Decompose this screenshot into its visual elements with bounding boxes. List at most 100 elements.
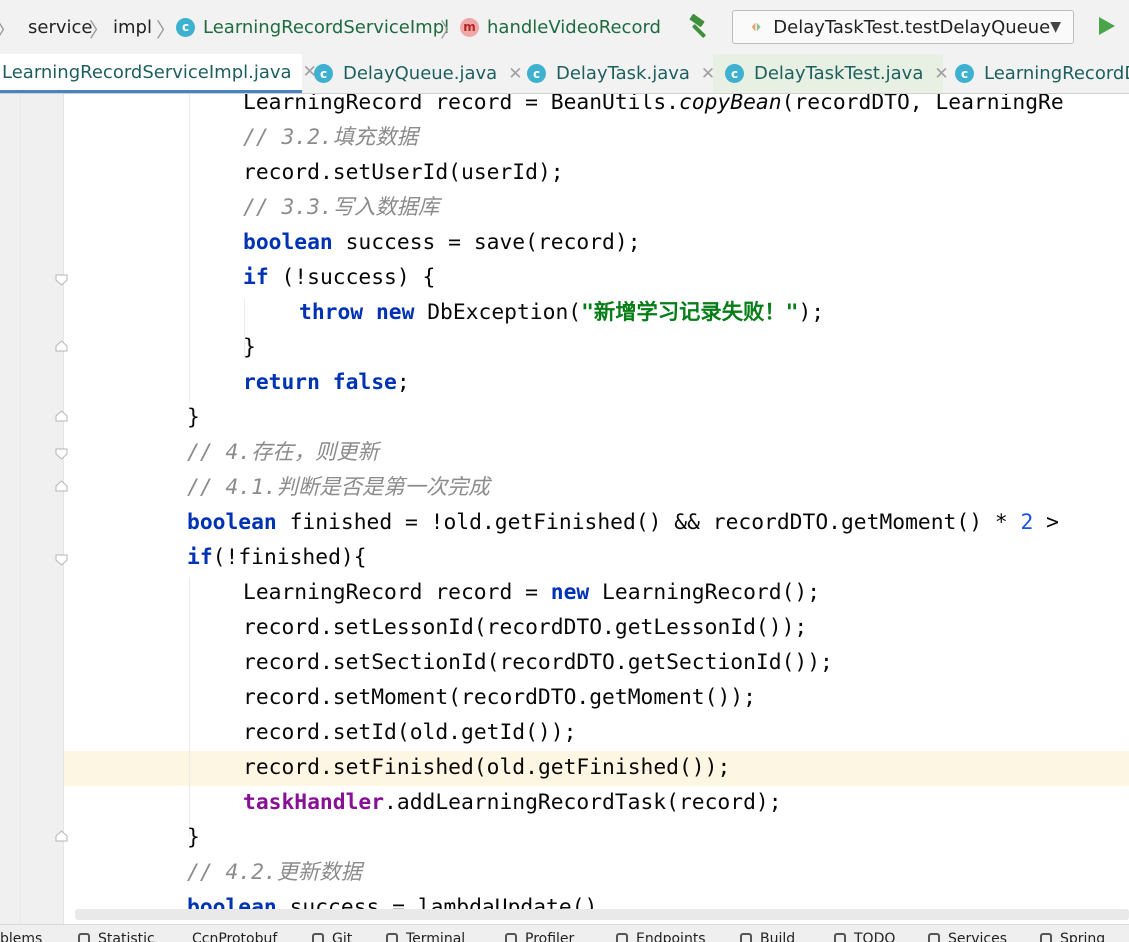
test-config-icon — [751, 22, 761, 32]
code-text: record.setFinished(old.getFinished()); — [243, 755, 731, 780]
breadcrumb-item-impl[interactable]: impl — [113, 15, 152, 39]
run-icon[interactable] — [1096, 14, 1118, 38]
code-line: if (!success) { — [243, 260, 435, 295]
code-text: // 3.2.填充数据 — [243, 125, 418, 150]
breadcrumb-separator: 〉 — [0, 14, 16, 43]
code-text: throw new DbException("新增学习记录失败！"); — [299, 300, 825, 325]
fold-marker-icon[interactable] — [55, 554, 68, 566]
code-text: LearningRecord record = new LearningReco… — [243, 580, 821, 605]
tool-label: TODO — [854, 931, 896, 942]
code-line: record.setSectionId(recordDTO.getSection… — [243, 645, 833, 680]
tab-learningrecordserviceimpl[interactable]: LearningRecordServiceImpl.java ✕ — [0, 54, 317, 93]
code-text: boolean success = save(record); — [243, 230, 641, 255]
code-line: taskHandler.addLearningRecordTask(record… — [243, 785, 782, 820]
tab-learningrecorddto[interactable]: c LearningRecordD — [955, 54, 1129, 93]
code-line: } — [187, 820, 200, 855]
tool-problems[interactable]: blems — [0, 931, 42, 942]
code-comment: // 4.存在，则更新 — [187, 435, 379, 470]
code-text: return false; — [243, 370, 410, 395]
tool-label: Spring — [1060, 931, 1106, 942]
class-icon: c — [955, 64, 974, 83]
tab-label: DelayQueue.java — [343, 63, 498, 84]
code-text: record.setUserId(userId); — [243, 160, 564, 185]
horizontal-scrollbar[interactable] — [75, 909, 1129, 920]
code-line: record.setLessonId(recordDTO.getLessonId… — [243, 610, 807, 645]
close-icon[interactable]: ✕ — [934, 64, 948, 84]
code-line-current: record.setFinished(old.getFinished()); — [243, 750, 730, 785]
class-icon: c — [176, 17, 195, 37]
tool-git[interactable]: Git — [312, 931, 352, 942]
editor-tab-bar: LearningRecordServiceImpl.java ✕ c Delay… — [0, 54, 1129, 94]
code-line: throw new DbException("新增学习记录失败！"); — [299, 295, 824, 330]
tool-todo[interactable]: TODO — [834, 931, 895, 942]
tool-statistic[interactable]: Statistic — [78, 931, 155, 942]
tab-delayqueue[interactable]: c DelayQueue.java ✕ — [314, 54, 522, 93]
code-text: boolean finished = !old.getFinished() &&… — [187, 510, 1059, 535]
tab-label: LearningRecordD — [984, 63, 1129, 84]
code-text: } — [243, 335, 256, 360]
code-line: LearningRecord record = BeanUtils.copyBe… — [243, 94, 1064, 120]
fold-end-icon[interactable] — [55, 340, 68, 352]
code-line: record.setId(old.getId()); — [243, 715, 576, 750]
code-line: boolean finished = !old.getFinished() &&… — [187, 505, 1059, 540]
breadcrumb-separator: 〉 — [440, 18, 460, 42]
build-hammer-icon[interactable] — [686, 14, 712, 40]
tab-delaytask[interactable]: c DelayTask.java ✕ — [527, 54, 715, 93]
code-line: } — [187, 400, 200, 435]
tool-label: Endpoints — [636, 931, 706, 942]
tool-label: Services — [948, 931, 1008, 942]
tool-label: blems — [0, 931, 43, 942]
code-comment: // 4.2.更新数据 — [187, 855, 362, 890]
tool-build[interactable]: Build — [740, 931, 795, 942]
tool-spring[interactable]: Spring — [1040, 931, 1105, 942]
code-text: record.setMoment(recordDTO.getMoment()); — [243, 685, 756, 710]
breadcrumb-item-method[interactable]: m handleVideoRecord — [460, 15, 661, 39]
fold-end-icon[interactable] — [55, 480, 68, 492]
method-icon: m — [460, 17, 479, 37]
tool-endpoints[interactable]: Endpoints — [616, 931, 706, 942]
code-text: // 4.1.判断是否是第一次完成 — [187, 475, 490, 500]
code-text: } — [187, 825, 200, 850]
code-text: // 4.存在，则更新 — [187, 440, 379, 465]
breadcrumb-label: service — [28, 16, 93, 38]
code-text: // 3.3.写入数据库 — [243, 195, 440, 220]
close-icon[interactable]: ✕ — [508, 64, 522, 84]
fold-marker-icon[interactable] — [55, 274, 68, 286]
editor-gutter[interactable] — [0, 94, 64, 924]
class-icon: c — [314, 64, 333, 83]
fold-end-icon[interactable] — [55, 830, 68, 842]
tool-profiler[interactable]: Profiler — [505, 931, 574, 942]
code-text: // 4.2.更新数据 — [187, 860, 362, 885]
tool-label: Build — [760, 931, 796, 942]
breadcrumb-item-service[interactable]: service — [28, 15, 92, 39]
code-text: record.setId(old.getId()); — [243, 720, 577, 745]
breadcrumb-item-class[interactable]: c LearningRecordServiceImpl — [176, 15, 449, 39]
test-class-icon: c — [725, 64, 744, 83]
run-configuration-label: DelayTaskTest.testDelayQueue — [773, 16, 1051, 38]
code-text: if (!success) { — [243, 265, 436, 290]
breadcrumb-label: impl — [113, 16, 152, 38]
tool-terminal[interactable]: Terminal — [386, 931, 465, 942]
code-editor[interactable]: LearningRecord record = BeanUtils.copyBe… — [0, 94, 1129, 924]
tool-ccnprotobuf[interactable]: CcnProtobuf — [192, 931, 277, 942]
fold-end-icon[interactable] — [55, 410, 68, 422]
tool-label: Terminal — [406, 931, 466, 942]
tool-label: CcnProtobuf — [192, 931, 278, 942]
class-icon: c — [527, 64, 546, 83]
chevron-down-icon: ▼ — [1050, 19, 1061, 35]
tab-label: LearningRecordServiceImpl.java — [2, 61, 292, 83]
tab-label: DelayTaskTest.java — [754, 63, 924, 84]
tool-label: Statistic — [98, 931, 155, 942]
code-text: taskHandler.addLearningRecordTask(record… — [243, 790, 782, 815]
breadcrumb-separator: 〉 — [89, 18, 109, 42]
tool-services[interactable]: Services — [928, 931, 1007, 942]
code-line: if(!finished){ — [187, 540, 367, 575]
breadcrumb-label: LearningRecordServiceImpl — [203, 16, 450, 38]
tab-delaytasktest[interactable]: c DelayTaskTest.java ✕ — [713, 54, 949, 93]
code-line: record.setMoment(recordDTO.getMoment()); — [243, 680, 756, 715]
run-configuration-selector[interactable]: DelayTaskTest.testDelayQueue ▼ — [732, 10, 1074, 44]
fold-marker-icon[interactable] — [55, 448, 68, 460]
code-text: record.setSectionId(recordDTO.getSection… — [243, 650, 833, 675]
code-line: boolean success = save(record); — [243, 225, 641, 260]
navigation-bar: 〉 service 〉 impl 〉 c LearningRecordServi… — [0, 0, 1129, 54]
